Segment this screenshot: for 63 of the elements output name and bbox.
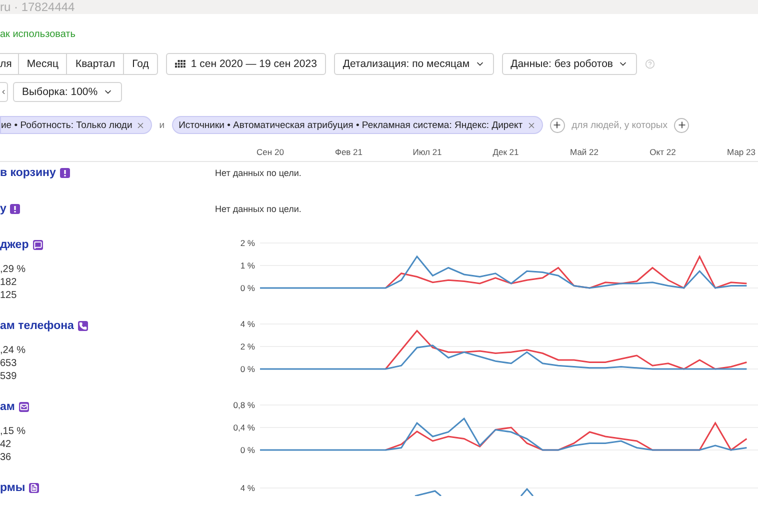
no-data-message: Нет данных по цели. — [215, 204, 302, 214]
timeline-label: Фев 21 — [334, 147, 364, 157]
metric-value: 182 — [0, 276, 17, 289]
date-range-button[interactable]: 1 сен 2020 — 19 сен 2023 — [166, 53, 326, 75]
metric-value: 36 — [0, 451, 12, 464]
axis-tick-label: 4 % — [240, 483, 255, 493]
axis-tick-label: 0 % — [240, 283, 255, 293]
timeline-label: Сен 20 — [256, 147, 285, 157]
axis-tick-label: 0 % — [240, 364, 255, 374]
close-icon[interactable] — [526, 120, 536, 130]
add-filter-button[interactable] — [550, 118, 565, 132]
plus-icon — [552, 120, 562, 130]
back-button[interactable] — [0, 82, 8, 102]
timeline-label: Май 22 — [569, 147, 600, 157]
alert-icon — [60, 168, 70, 178]
mail-icon — [18, 402, 29, 412]
period-tab[interactable]: Месяц — [18, 53, 68, 75]
close-icon[interactable] — [136, 120, 146, 130]
chat-icon — [32, 240, 43, 250]
axis-tick-label: 4 % — [240, 320, 255, 329]
axis-tick-label: 0,4 % — [233, 422, 255, 432]
filter-chip[interactable]: Источники • Автоматическая атрибуция • Рекламная система: Яндекс: Директ — [172, 116, 543, 134]
goal-title[interactable]: у — [0, 203, 6, 215]
timeline-label: Мар 23 — [726, 147, 756, 157]
no-data-message: Нет данных по цели. — [215, 168, 302, 178]
metric-value: 125 — [0, 289, 17, 302]
metric-value: 653 — [0, 357, 17, 370]
timeline-label: Окт 22 — [648, 147, 677, 157]
metric-value: ,29 % — [0, 263, 26, 276]
people-filter-hint: для людей, у которых — [572, 120, 668, 130]
document-icon — [29, 483, 40, 493]
period-tab[interactable]: ля — [0, 53, 19, 75]
goal-title[interactable]: в корзину — [0, 167, 56, 179]
metric-value: ,15 % — [0, 425, 26, 438]
filter-chip[interactable]: ие • Роботность: Только люди — [0, 116, 152, 134]
dropdown-button[interactable]: Данные: без роботов — [502, 53, 638, 75]
counter-title: ru · 17824444 — [0, 0, 75, 14]
phone-icon — [78, 321, 88, 331]
goal-title[interactable]: ам телефона — [0, 320, 74, 332]
metric-value: 539 — [0, 370, 17, 383]
goal-title[interactable]: джер — [0, 239, 29, 251]
joiner-text: и — [159, 120, 165, 130]
metric-value: ,24 % — [0, 344, 26, 357]
plus-icon — [676, 120, 687, 130]
axis-tick-label: 2 % — [240, 239, 255, 248]
chevron-left-icon — [0, 87, 7, 97]
metric-value: 42 — [0, 438, 12, 451]
timeline-label: Дек 21 — [492, 147, 520, 157]
axis-tick-label: 1 % — [240, 260, 255, 270]
alert-icon — [10, 204, 20, 214]
add-filter-button[interactable] — [674, 118, 690, 132]
goal-title[interactable]: ам — [0, 401, 15, 413]
timeline-label: Июл 21 — [412, 147, 443, 157]
goal-title[interactable]: рмы — [0, 482, 26, 494]
period-tab[interactable]: Год — [123, 53, 158, 75]
dropdown-button[interactable]: Детализация: по месяцам — [334, 53, 494, 75]
axis-tick-label: 2 % — [240, 342, 255, 352]
help-link[interactable]: ак использовать — [0, 28, 76, 42]
axis-tick-label: 0,8 % — [233, 401, 255, 410]
calendar-icon — [174, 60, 186, 68]
period-tab[interactable]: Квартал — [66, 53, 124, 75]
sample-dropdown[interactable]: Выборка: 100% — [13, 82, 122, 102]
axis-tick-label: 0 % — [240, 445, 255, 455]
